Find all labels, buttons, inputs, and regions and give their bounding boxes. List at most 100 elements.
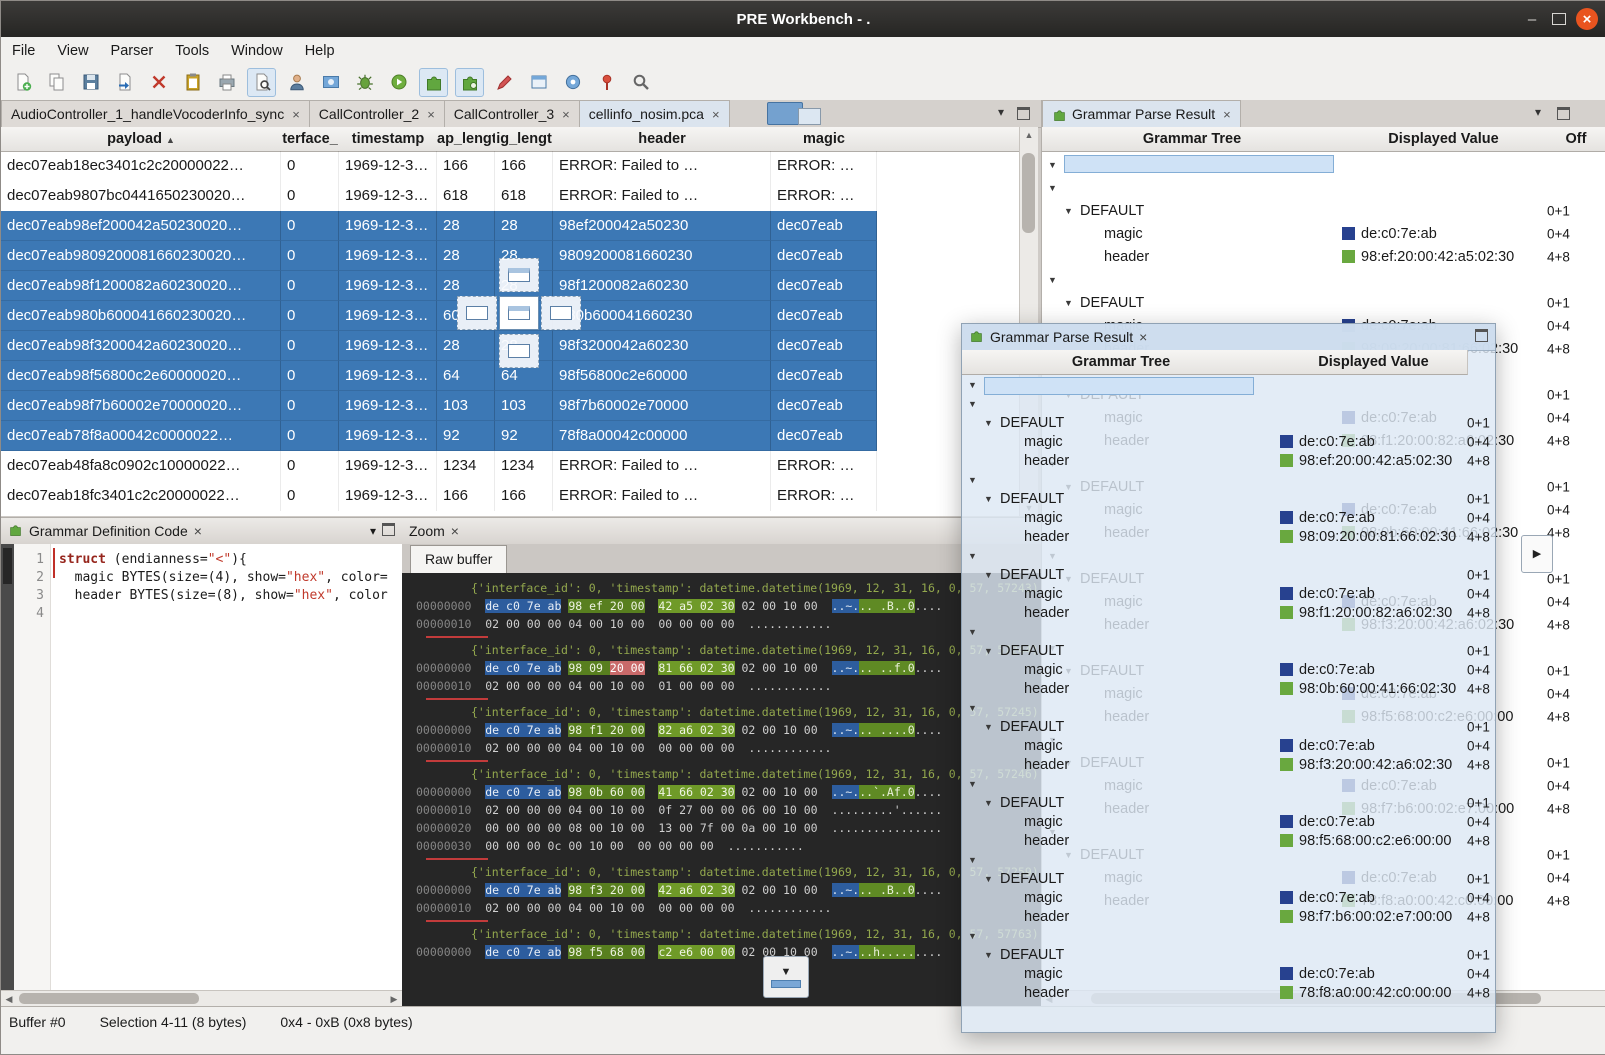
cell-cap_length[interactable]: 28 — [437, 211, 495, 241]
cell-payload[interactable]: dec07eab98ef200042a50230020… — [1, 211, 281, 241]
menu-window[interactable]: Window — [220, 37, 294, 64]
scroll-right-icon[interactable]: ▶ — [386, 991, 402, 1007]
cell-interface[interactable]: 0 — [281, 331, 339, 361]
hex-line[interactable]: 00000010 02 00 00 00 04 00 10 00 00 00 0… — [416, 899, 1041, 917]
marker-icon[interactable] — [491, 69, 518, 96]
cell-magic[interactable]: dec07eab — [771, 211, 877, 241]
hex-line[interactable]: 00000010 02 00 00 00 04 00 10 00 00 00 0… — [416, 615, 1041, 633]
cell-magic[interactable]: ERROR: … — [771, 481, 877, 511]
cell-header[interactable]: ERROR: Failed to … — [553, 451, 771, 481]
code-editor[interactable]: 1234 struct (endianness="<"){ magic BYTE… — [1, 544, 402, 991]
tree-node-default[interactable]: ▼DEFAULT0+1 — [962, 641, 1495, 660]
cell-header[interactable]: ERROR: Failed to … — [553, 151, 771, 181]
tree-packet-row[interactable]: ▼ — [1042, 268, 1605, 291]
tree-packet-row[interactable]: ▼ — [962, 926, 1495, 945]
hex-line[interactable]: 00000000 de c0 7e ab 98 f1 20 00 82 a6 0… — [416, 721, 1041, 739]
cell-header[interactable]: 98f3200042a60230 — [553, 331, 771, 361]
grammar-definition-menu-icon[interactable]: ▾ — [370, 524, 376, 538]
chevron-down-icon[interactable]: ▼ — [968, 399, 977, 409]
cell-timestamp[interactable]: 1969-12-3… — [339, 211, 437, 241]
cell-timestamp[interactable]: 1969-12-3… — [339, 361, 437, 391]
scrollbar-thumb[interactable] — [1022, 153, 1035, 233]
tree-node-default[interactable]: ▼DEFAULT0+1 — [1042, 291, 1605, 314]
chevron-down-icon[interactable]: ▼ — [984, 722, 993, 732]
cell-interface[interactable]: 0 — [281, 241, 339, 271]
tree-field-magic[interactable]: magicde:c0:7e:ab0+4 — [962, 736, 1495, 755]
undock-tab-icon[interactable] — [1017, 107, 1030, 123]
tree-node-default[interactable]: ▼DEFAULT0+1 — [962, 793, 1495, 812]
cell-payload[interactable]: dec07eab98f3200042a60230020… — [1, 331, 281, 361]
tree-packet-row[interactable]: ▼ — [962, 394, 1495, 413]
cell-payload[interactable]: dec07eab98f1200082a60230020… — [1, 271, 281, 301]
print-icon[interactable] — [213, 69, 240, 96]
hex-line[interactable]: 00000020 00 00 00 00 08 00 10 00 13 00 7… — [416, 819, 1041, 837]
tree-packet-row[interactable]: ▼ — [962, 774, 1495, 793]
cell-timestamp[interactable]: 1969-12-3… — [339, 271, 437, 301]
tree-root-row[interactable]: ▼ — [1042, 153, 1605, 176]
cell-interface[interactable]: 0 — [281, 211, 339, 241]
column-header-displayed-value[interactable]: Displayed Value — [1280, 350, 1468, 375]
tree-node-default[interactable]: ▼DEFAULT0+1 — [962, 717, 1495, 736]
cell-interface[interactable]: 0 — [281, 301, 339, 331]
cell-magic[interactable]: dec07eab — [771, 421, 877, 451]
cell-interface[interactable]: 0 — [281, 391, 339, 421]
cell-cap_length[interactable]: 28 — [437, 331, 495, 361]
cell-timestamp[interactable]: 1969-12-3… — [339, 181, 437, 211]
cell-orig_length[interactable]: 28 — [495, 211, 553, 241]
tree-field-header[interactable]: header98:f1:20:00:82:a6:02:304+8 — [962, 603, 1495, 622]
cell-magic[interactable]: dec07eab — [771, 301, 877, 331]
new-file-icon[interactable] — [9, 69, 36, 96]
column-header-grammar-tree[interactable]: Grammar Tree — [962, 350, 1281, 375]
cell-timestamp[interactable]: 1969-12-3… — [339, 241, 437, 271]
scroll-up-icon[interactable]: ▲ — [1020, 127, 1038, 143]
parse-panel-menu-icon[interactable]: ▾ — [1535, 105, 1541, 119]
scroll-left-icon[interactable]: ◀ — [1, 991, 17, 1007]
tree-field-header[interactable]: header98:09:20:00:81:66:02:304+8 — [962, 527, 1495, 546]
hex-line[interactable]: 00000010 02 00 00 00 04 00 10 00 00 00 0… — [416, 739, 1041, 757]
chevron-down-icon[interactable]: ▼ — [1048, 183, 1057, 193]
inspector-icon[interactable] — [559, 69, 586, 96]
tree-field-magic[interactable]: magicde:c0:7e:ab0+4 — [962, 660, 1495, 679]
column-header-grammar-tree[interactable]: Grammar Tree — [1042, 127, 1343, 152]
tree-field-header[interactable]: header98:f5:68:00:c2:e6:00:004+8 — [962, 831, 1495, 850]
grammar-parse-icon[interactable] — [419, 68, 448, 97]
cell-header[interactable]: 98f1200082a60230 — [553, 271, 771, 301]
cell-cap_length[interactable]: 103 — [437, 391, 495, 421]
menu-file[interactable]: File — [1, 37, 46, 64]
tree-field-header[interactable]: header98:0b:60:00:41:66:02:304+8 — [962, 679, 1495, 698]
floating-panel-float-icon[interactable] — [1475, 329, 1488, 345]
cell-payload[interactable]: dec07eab18ec3401c2c20000022… — [1, 151, 281, 181]
tree-field-magic[interactable]: magicde:c0:7e:ab0+4 — [962, 888, 1495, 907]
column-header-magic[interactable]: magic — [771, 127, 878, 152]
hex-line[interactable]: 00000010 02 00 00 00 04 00 10 00 0f 27 0… — [416, 801, 1041, 819]
tree-root-row[interactable]: ▼ — [962, 375, 1495, 394]
tree-field-magic[interactable]: magicde:c0:7e:ab0+4 — [962, 432, 1495, 451]
tree-packet-row[interactable]: ▼ — [962, 470, 1495, 489]
cell-magic[interactable]: ERROR: … — [771, 151, 877, 181]
chevron-down-icon[interactable]: ▼ — [1064, 206, 1073, 216]
cell-header[interactable]: 98ef200042a50230 — [553, 211, 771, 241]
tab-close-icon[interactable]: × — [427, 107, 435, 122]
column-header-ig-lengt[interactable]: ig_lengt — [495, 127, 554, 152]
cell-payload[interactable]: dec07eab18fc3401c2c20000022… — [1, 481, 281, 511]
cell-payload[interactable]: dec07eab9807bc0441650230020… — [1, 181, 281, 211]
parse-panel-float-icon[interactable] — [1557, 107, 1570, 123]
tab-cellinfo-nosim-pca[interactable]: cellinfo_nosim.pca× — [579, 100, 730, 127]
cell-payload[interactable]: dec07eab98f7b60002e70000020… — [1, 391, 281, 421]
cell-header[interactable]: 980b600041660230 — [553, 301, 771, 331]
cell-magic[interactable]: ERROR: … — [771, 451, 877, 481]
screenshot-icon[interactable] — [317, 69, 344, 96]
chevron-down-icon[interactable]: ▼ — [984, 570, 993, 580]
column-header-displayed-value[interactable]: Displayed Value — [1342, 127, 1546, 152]
cell-timestamp[interactable]: 1969-12-3… — [339, 421, 437, 451]
hex-line[interactable]: 00000000 de c0 7e ab 98 f5 68 00 c2 e6 0… — [416, 943, 1041, 961]
cell-payload[interactable]: dec07eab980b600041660230020… — [1, 301, 281, 331]
tab-callcontroller-3[interactable]: CallController_3× — [444, 100, 580, 127]
cell-cap_length[interactable]: 64 — [437, 361, 495, 391]
cell-interface[interactable]: 0 — [281, 451, 339, 481]
cell-header[interactable]: 98f56800c2e60000 — [553, 361, 771, 391]
hex-line[interactable]: 00000000 de c0 7e ab 98 0b 60 00 41 66 0… — [416, 783, 1041, 801]
bug-icon[interactable] — [351, 69, 378, 96]
maximize-button[interactable] — [1552, 13, 1566, 25]
cell-timestamp[interactable]: 1969-12-3… — [339, 391, 437, 421]
